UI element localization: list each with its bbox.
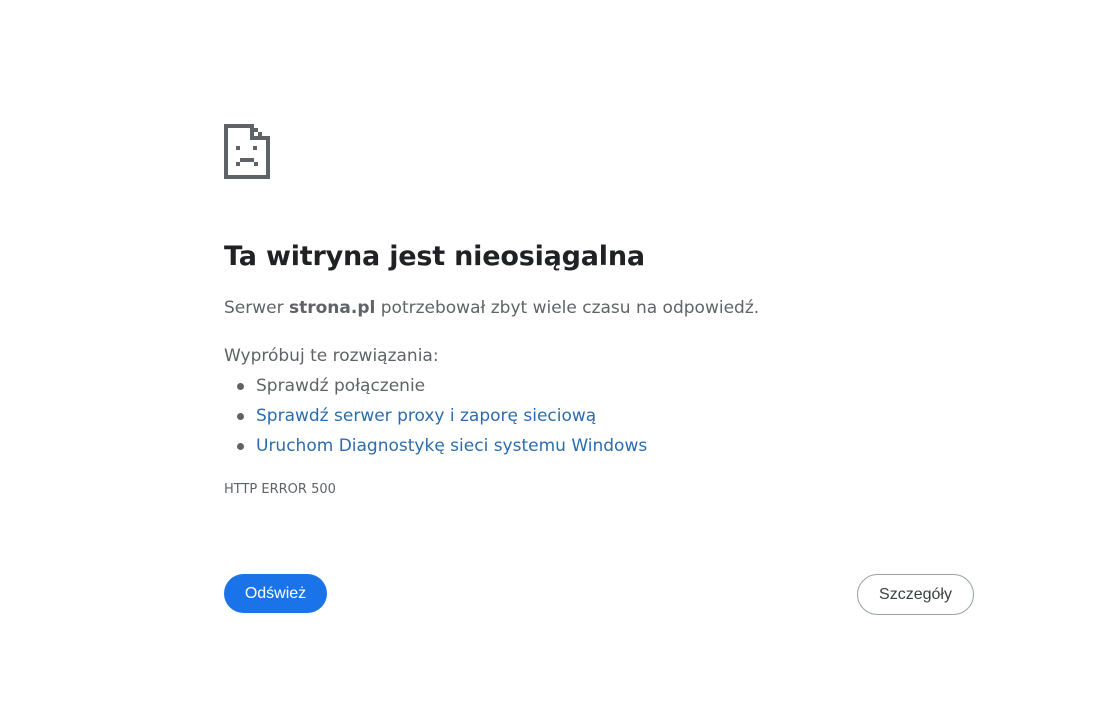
details-button[interactable]: Szczegóły	[857, 574, 974, 615]
page-title: Ta witryna jest nieosiągalna	[224, 241, 645, 272]
error-code: HTTP ERROR 500	[224, 482, 336, 497]
message-suffix: potrzebował zbyt wiele czasu na odpowied…	[375, 298, 760, 318]
reload-button[interactable]: Odśwież	[224, 574, 327, 613]
error-content: Ta witryna jest nieosiągalna Serwer stro…	[224, 124, 974, 498]
error-message: Serwer strona.pl potrzebował zbyt wiele …	[224, 297, 974, 319]
sad-document-icon	[224, 124, 270, 179]
suggestions-heading: Wypróbuj te rozwiązania:	[224, 346, 439, 366]
suggestion-check-proxy-firewall: Sprawdź serwer proxy i zaporę sieciową	[237, 405, 974, 427]
run-network-diagnostics-link[interactable]: Uruchom Diagnostykę sieci systemu Window…	[256, 436, 647, 456]
check-proxy-firewall-link[interactable]: Sprawdź serwer proxy i zaporę sieciową	[256, 406, 596, 426]
suggestion-run-diagnostics: Uruchom Diagnostykę sieci systemu Window…	[237, 435, 974, 457]
suggestion-check-connection: Sprawdź połączenie	[237, 375, 974, 397]
server-host: strona.pl	[289, 298, 376, 318]
message-prefix: Serwer	[224, 298, 289, 318]
suggestion-label: Sprawdź połączenie	[256, 376, 426, 396]
suggestions-list: Sprawdź połączenie Sprawdź serwer proxy …	[224, 375, 974, 457]
